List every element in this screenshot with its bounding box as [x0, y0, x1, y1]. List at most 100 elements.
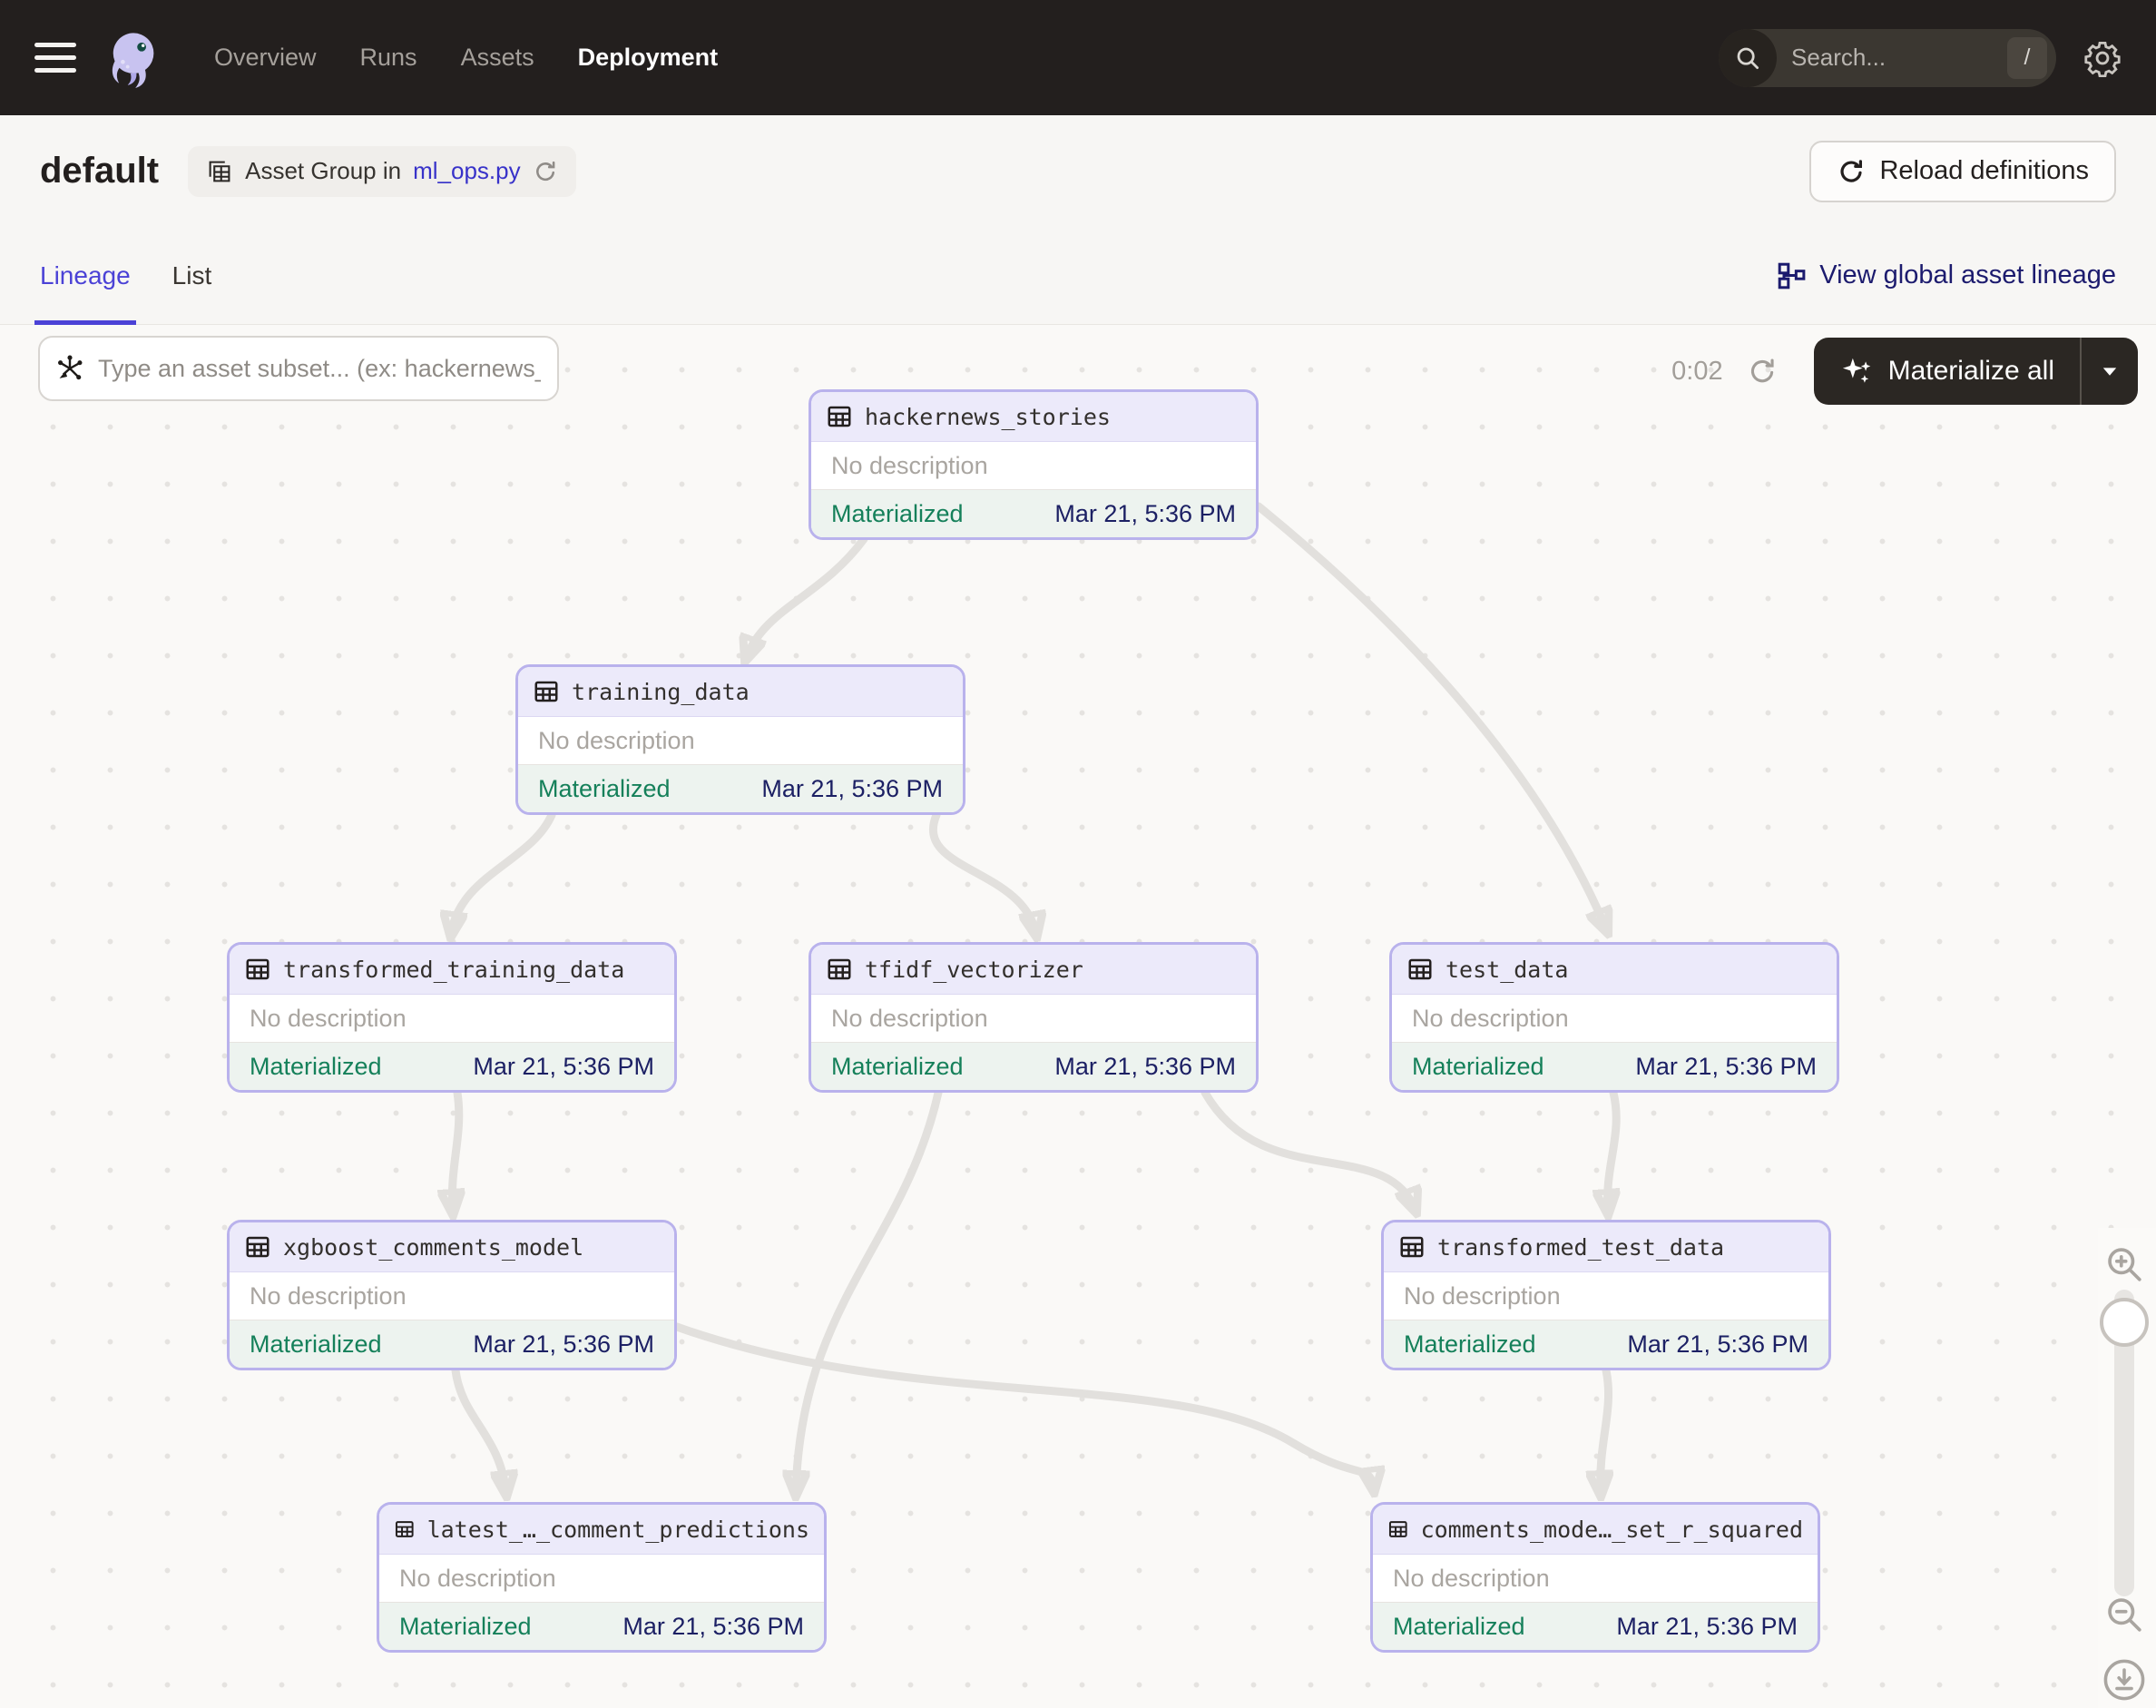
asset-name: latest_…_comment_predictions — [426, 1516, 809, 1543]
asset-name: comments_mode…_set_r_squared — [1420, 1516, 1803, 1543]
asset-node-transformed_training_data[interactable]: transformed_training_data No description… — [227, 942, 677, 1093]
asset-description: No description — [230, 1272, 674, 1320]
top-navigation-bar: Overview Runs Assets Deployment / — [0, 0, 2156, 115]
asset-status-badge[interactable]: Materialized — [1412, 1053, 1544, 1081]
tab-lineage[interactable]: Lineage — [34, 227, 136, 326]
zoom-out-button[interactable] — [2103, 1594, 2147, 1637]
asset-node-header: latest_…_comment_predictions — [379, 1505, 824, 1555]
materialize-all-split-button: Materialize all — [1813, 338, 2138, 405]
view-global-asset-lineage-link[interactable]: View global asset lineage — [1777, 260, 2116, 290]
table-icon — [246, 1236, 270, 1258]
asset-status-badge[interactable]: Materialized — [250, 1053, 382, 1081]
asset-status-badge[interactable]: Materialized — [831, 1053, 964, 1081]
asset-status-badge[interactable]: Materialized — [250, 1330, 382, 1359]
asset-node-footer: Materialized Mar 21, 5:36 PM — [811, 1043, 1256, 1090]
page-header: default Asset Group in ml_ops.py Reload … — [0, 115, 2156, 227]
graph-refresh-icon[interactable] — [1747, 356, 1778, 387]
app-root: Overview Runs Assets Deployment / defaul… — [0, 0, 2156, 1708]
table-icon — [246, 958, 270, 980]
search-input[interactable] — [1789, 43, 1962, 73]
dagster-logo-icon[interactable] — [102, 27, 163, 89]
asset-group-label: Asset Group in — [245, 157, 402, 184]
table-icon — [1388, 1521, 1407, 1537]
tab-bar: Lineage List View global asset lineage — [0, 227, 2156, 326]
asset-node-footer: Materialized Mar 21, 5:36 PM — [379, 1603, 824, 1650]
asset-node-header: xgboost_comments_model — [230, 1222, 674, 1272]
asset-group-file-link[interactable]: ml_ops.py — [413, 157, 521, 185]
zoom-slider-handle[interactable] — [2100, 1298, 2149, 1347]
badge-refresh-icon[interactable] — [533, 159, 558, 184]
asset-node-test_data[interactable]: test_data No description Materialized Ma… — [1389, 942, 1839, 1093]
asset-node-latest_comment_predictions[interactable]: latest_…_comment_predictions No descript… — [377, 1502, 827, 1653]
nav-item-deployment[interactable]: Deployment — [578, 44, 719, 72]
search-icon — [1719, 28, 1777, 87]
hamburger-menu-icon[interactable] — [34, 43, 76, 73]
asset-node-header: hackernews_stories — [811, 392, 1256, 442]
asset-node-header: tfidf_vectorizer — [811, 945, 1256, 995]
tab-list[interactable]: List — [172, 227, 212, 325]
table-icon — [395, 1521, 414, 1537]
asset-node-footer: Materialized Mar 21, 5:36 PM — [518, 765, 963, 812]
asset-materialized-timestamp[interactable]: Mar 21, 5:36 PM — [1054, 500, 1236, 528]
asset-status-badge[interactable]: Materialized — [1393, 1613, 1525, 1641]
asset-name: tfidf_vectorizer — [865, 956, 1083, 983]
settings-gear-icon[interactable] — [2083, 39, 2122, 77]
reload-definitions-label: Reload definitions — [1879, 156, 2089, 185]
view-global-asset-lineage-label: View global asset lineage — [1819, 260, 2116, 290]
asset-node-training_data[interactable]: training_data No description Materialize… — [515, 664, 965, 815]
materialize-all-button[interactable]: Materialize all — [1814, 338, 2080, 405]
table-icon — [1408, 958, 1432, 980]
refresh-timer: 0:02 — [1671, 356, 1723, 386]
graph-toolbar-right: 0:02 Materialize all — [1671, 338, 2138, 405]
nav-item-assets[interactable]: Assets — [461, 44, 534, 72]
asset-description: No description — [518, 717, 963, 765]
asset-subset-filter[interactable] — [38, 336, 559, 401]
caret-down-icon — [2102, 368, 2117, 376]
lineage-edge — [672, 1322, 1374, 1490]
lineage-edge — [451, 1366, 506, 1494]
asset-group-badge: Asset Group in ml_ops.py — [188, 145, 576, 197]
asset-node-footer: Materialized Mar 21, 5:36 PM — [230, 1320, 674, 1368]
asset-node-header: comments_mode…_set_r_squared — [1373, 1505, 1818, 1555]
asset-materialized-timestamp[interactable]: Mar 21, 5:36 PM — [1054, 1053, 1236, 1081]
asset-materialized-timestamp[interactable]: Mar 21, 5:36 PM — [761, 775, 943, 803]
lineage-graph-pane[interactable]: hackernews_stories No description Materi… — [0, 325, 2156, 1708]
reload-definitions-button[interactable]: Reload definitions — [1809, 140, 2116, 202]
asset-node-header: training_data — [518, 667, 963, 717]
asset-materialized-timestamp[interactable]: Mar 21, 5:36 PM — [473, 1330, 654, 1359]
asset-description: No description — [811, 442, 1256, 490]
lineage-edge — [1200, 1088, 1416, 1211]
lineage-graph-icon — [1778, 262, 1806, 289]
asset-materialized-timestamp[interactable]: Mar 21, 5:36 PM — [1635, 1053, 1817, 1081]
global-search[interactable]: / — [1719, 28, 2056, 87]
asset-node-header: transformed_training_data — [230, 945, 674, 995]
asset-subset-input[interactable] — [96, 353, 543, 384]
asset-node-footer: Materialized Mar 21, 5:36 PM — [1384, 1320, 1828, 1368]
materialize-options-dropdown[interactable] — [2082, 338, 2138, 405]
download-view-button[interactable] — [2102, 1657, 2147, 1703]
asset-node-transformed_test_data[interactable]: transformed_test_data No description Mat… — [1381, 1220, 1831, 1370]
asset-materialized-timestamp[interactable]: Mar 21, 5:36 PM — [1616, 1613, 1798, 1641]
asset-description: No description — [1392, 995, 1837, 1043]
asset-node-footer: Materialized Mar 21, 5:36 PM — [811, 490, 1256, 537]
asset-status-badge[interactable]: Materialized — [399, 1613, 532, 1641]
nav-item-overview[interactable]: Overview — [214, 44, 317, 72]
asset-description: No description — [230, 995, 674, 1043]
asset-materialized-timestamp[interactable]: Mar 21, 5:36 PM — [473, 1053, 654, 1081]
lineage-edge — [451, 810, 556, 935]
zoom-in-button[interactable] — [2103, 1243, 2147, 1287]
nav-item-runs[interactable]: Runs — [360, 44, 417, 72]
asset-node-tfidf_vectorizer[interactable]: tfidf_vectorizer No description Material… — [808, 942, 1259, 1093]
table-icon — [828, 406, 851, 427]
asset-name: transformed_training_data — [283, 956, 625, 983]
asset-status-badge[interactable]: Materialized — [538, 775, 671, 803]
asset-node-footer: Materialized Mar 21, 5:36 PM — [1373, 1603, 1818, 1650]
asset-node-xgboost_comments_model[interactable]: xgboost_comments_model No description Ma… — [227, 1220, 677, 1370]
asset-materialized-timestamp[interactable]: Mar 21, 5:36 PM — [622, 1613, 804, 1641]
asset-node-comments_model_r_squared[interactable]: comments_mode…_set_r_squared No descript… — [1370, 1502, 1820, 1653]
asset-materialized-timestamp[interactable]: Mar 21, 5:36 PM — [1627, 1330, 1808, 1359]
lineage-edge — [746, 535, 868, 659]
asset-status-badge[interactable]: Materialized — [831, 500, 964, 528]
asset-node-hackernews_stories[interactable]: hackernews_stories No description Materi… — [808, 389, 1259, 540]
asset-status-badge[interactable]: Materialized — [1404, 1330, 1536, 1359]
